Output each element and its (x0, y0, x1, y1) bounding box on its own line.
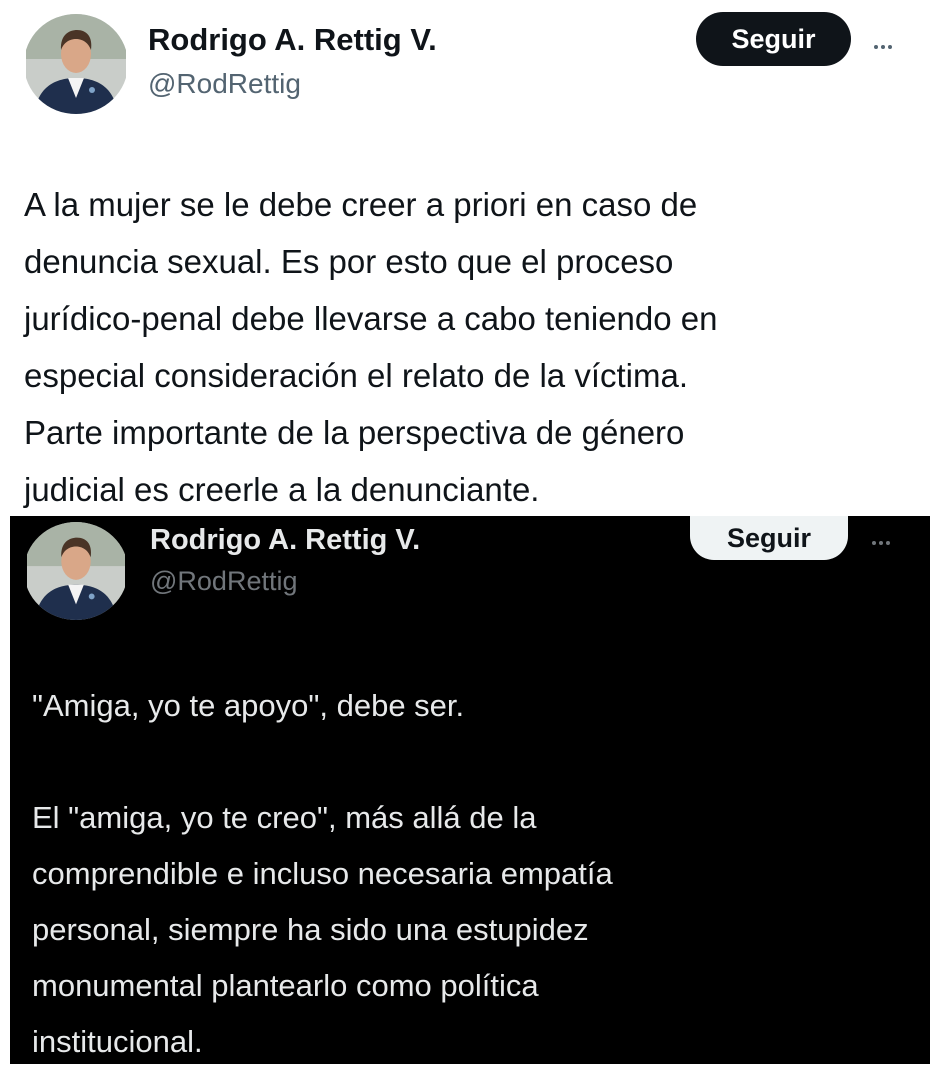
avatar-photo (26, 14, 126, 114)
tweet-light: Rodrigo A. Rettig V. @RodRettig Seguir A… (0, 0, 936, 516)
tweet-dark: Rodrigo A. Rettig V. @RodRettig Seguir "… (10, 516, 930, 1064)
user-handle[interactable]: @RodRettig (148, 68, 301, 100)
more-horizontal-icon[interactable] (872, 532, 893, 550)
follow-button[interactable]: Seguir (696, 12, 851, 66)
follow-button[interactable]: Seguir (690, 516, 848, 560)
tweet-text: "Amiga, yo te apoyo", debe ser. El "amig… (32, 688, 613, 1059)
more-horizontal-icon[interactable] (874, 36, 895, 54)
avatar[interactable] (24, 522, 128, 620)
user-handle[interactable]: @RodRettig (150, 566, 297, 597)
avatar-photo (27, 522, 125, 620)
avatar[interactable] (24, 14, 128, 114)
display-name[interactable]: Rodrigo A. Rettig V. (148, 22, 437, 58)
tweet-text: A la mujer se le debe creer a priori en … (24, 186, 718, 508)
display-name[interactable]: Rodrigo A. Rettig V. (150, 524, 420, 557)
